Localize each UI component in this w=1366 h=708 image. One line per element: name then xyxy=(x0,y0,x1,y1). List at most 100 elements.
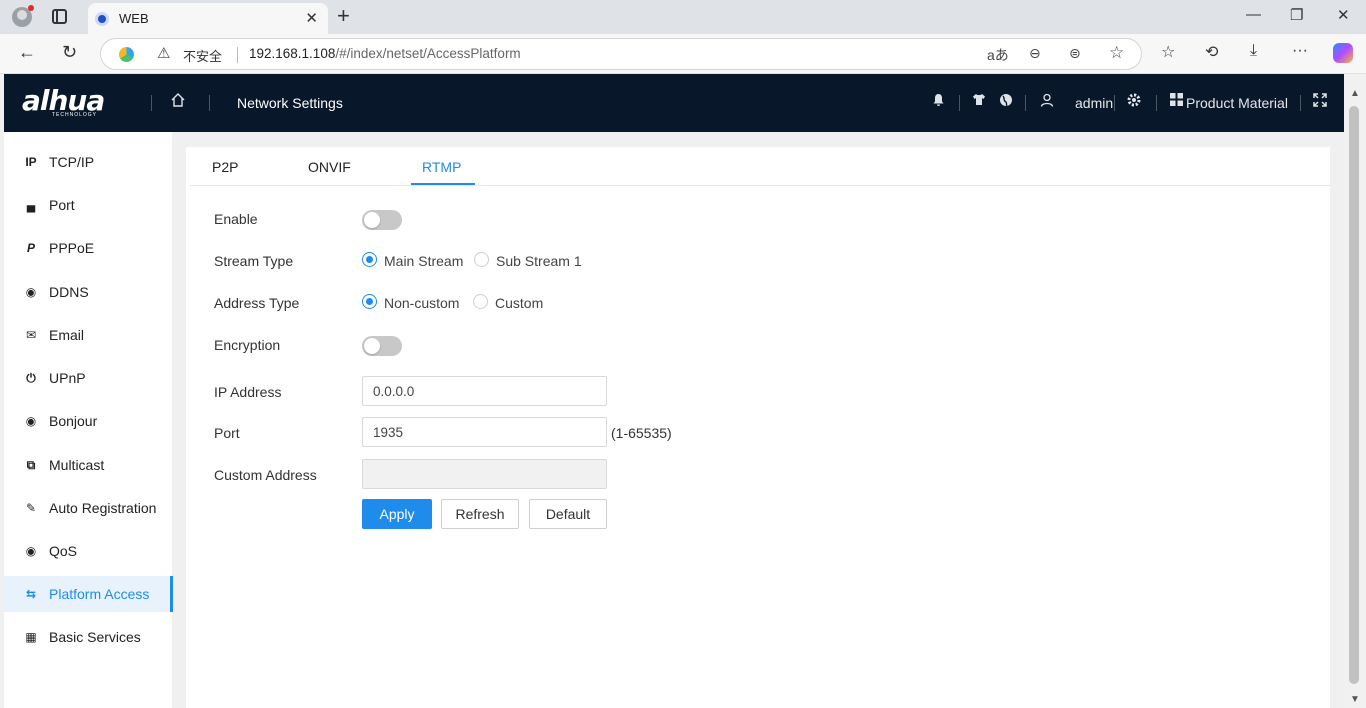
new-tab-button[interactable]: + xyxy=(337,3,350,29)
history-icon[interactable]: ⟲ xyxy=(1205,42,1218,62)
address-type-label: Address Type xyxy=(214,295,300,311)
sidebar-item-upnp[interactable]: ⏻ UPnP xyxy=(4,360,172,396)
tab-p2p[interactable]: P2P xyxy=(212,159,238,175)
sidebar-item-auto-registration[interactable]: ✎ Auto Registration xyxy=(4,490,172,526)
sidebar-item-label: Platform Access xyxy=(49,586,150,602)
bell-icon[interactable] xyxy=(932,93,945,110)
tab-favicon-icon xyxy=(95,12,109,26)
sidebar-item-label: TCP/IP xyxy=(49,154,95,170)
scroll-down-icon[interactable]: ▼ xyxy=(1350,694,1360,705)
non-custom-radio[interactable] xyxy=(362,294,377,309)
header-divider xyxy=(1300,95,1301,111)
read-aloud-icon[interactable]: aあ xyxy=(987,45,1009,65)
pppoe-icon: P xyxy=(26,241,35,255)
copilot-icon[interactable] xyxy=(1333,43,1353,63)
user-icon[interactable] xyxy=(1040,93,1054,110)
port-input[interactable]: 1935 xyxy=(362,417,607,447)
sidebar-item-label: Bonjour xyxy=(49,413,98,429)
settings-icon[interactable] xyxy=(1127,93,1141,110)
tab-close-icon[interactable]: ✕ xyxy=(305,9,318,27)
default-button[interactable]: Default xyxy=(529,499,607,529)
scrollbar-thumb[interactable] xyxy=(1349,106,1359,684)
active-tab-indicator xyxy=(411,183,475,185)
tab-onvif[interactable]: ONVIF xyxy=(308,159,351,175)
header-divider xyxy=(959,95,960,111)
custom-radio[interactable] xyxy=(473,294,488,309)
sidebar-item-label: Port xyxy=(49,197,75,213)
port-range-hint: (1-65535) xyxy=(611,425,672,441)
sidebar-item-basic-services[interactable]: ▦ Basic Services xyxy=(4,619,172,655)
sidebar-nav: IP TCP/IP ▄ Port P PPPoE ◉ DDNS ✉ Email … xyxy=(4,132,173,708)
sidebar-item-tcpip[interactable]: IP TCP/IP xyxy=(4,144,172,180)
sidebar-item-multicast[interactable]: ⧉ Multicast xyxy=(4,447,172,483)
header-divider xyxy=(209,95,210,111)
url-text[interactable]: 192.168.1.108/#/index/netset/AccessPlatf… xyxy=(249,46,521,61)
header-divider xyxy=(1025,95,1026,111)
minimize-icon[interactable]: — xyxy=(1246,6,1261,23)
grid-icon[interactable] xyxy=(1170,93,1183,109)
refresh-button[interactable]: Refresh xyxy=(441,499,519,529)
tab-rtmp[interactable]: RTMP xyxy=(422,159,461,175)
sidebar-item-label: DDNS xyxy=(49,284,89,300)
site-info-icon[interactable] xyxy=(119,47,134,62)
header-divider xyxy=(151,95,152,111)
ip-icon: IP xyxy=(25,155,37,169)
sidebar-item-ddns[interactable]: ◉ DDNS xyxy=(4,274,172,310)
browser-tab[interactable]: WEB ✕ xyxy=(88,3,328,34)
header-divider xyxy=(1114,95,1115,111)
page-scrollbar[interactable]: ▲ ▼ xyxy=(1344,74,1366,708)
window-close-icon[interactable]: ✕ xyxy=(1337,6,1350,24)
sub-stream-radio[interactable] xyxy=(474,252,489,267)
encryption-label: Encryption xyxy=(214,337,281,353)
reload-icon[interactable]: ↻ xyxy=(62,42,77,63)
qos-icon: ◉ xyxy=(25,544,37,558)
non-custom-label[interactable]: Non-custom xyxy=(384,295,459,311)
sidebar-item-pppoe[interactable]: P PPPoE xyxy=(4,230,172,266)
more-menu-icon[interactable]: ··· xyxy=(1292,42,1308,60)
profile-notification-dot xyxy=(28,5,34,11)
zoom-icon[interactable]: ⊖ xyxy=(1029,45,1041,62)
sidebar-item-bonjour[interactable]: ◉ Bonjour xyxy=(4,403,172,439)
custom-address-input xyxy=(362,459,607,489)
back-icon[interactable]: ← xyxy=(18,42,36,63)
encryption-toggle[interactable] xyxy=(362,336,402,356)
sub-stream-label[interactable]: Sub Stream 1 xyxy=(496,253,582,269)
favorite-star-icon[interactable]: ☆ xyxy=(1109,43,1124,63)
sidebar-item-label: Basic Services xyxy=(49,629,141,645)
favorites-icon[interactable]: ☆ xyxy=(1161,42,1175,62)
globe-icon[interactable] xyxy=(999,93,1013,110)
tab-actions-icon[interactable] xyxy=(52,9,67,24)
enable-label: Enable xyxy=(214,211,258,227)
custom-label[interactable]: Custom xyxy=(495,295,543,311)
sidebar-item-email[interactable]: ✉ Email xyxy=(4,317,172,353)
sidebar-item-platform-access[interactable]: ⇆ Platform Access xyxy=(4,576,173,612)
main-stream-label[interactable]: Main Stream xyxy=(384,253,463,269)
omnibox-divider xyxy=(237,47,238,63)
url-path: /#/index/netset/AccessPlatform xyxy=(335,46,521,61)
username[interactable]: admin xyxy=(1075,95,1113,111)
enable-toggle[interactable] xyxy=(362,210,402,230)
fullscreen-icon[interactable] xyxy=(1313,93,1327,110)
scroll-up-icon[interactable]: ▲ xyxy=(1350,88,1360,99)
downloads-icon[interactable]: ⤓ xyxy=(1250,42,1257,60)
logo-subtitle: TECHNOLOGY xyxy=(52,112,98,118)
bonjour-icon: ◉ xyxy=(25,414,37,428)
page-title: Network Settings xyxy=(237,95,343,111)
sidebar-item-qos[interactable]: ◉ QoS xyxy=(4,533,172,569)
app-header: alhua TECHNOLOGY Network Settings admin … xyxy=(4,74,1344,132)
product-material-link[interactable]: Product Material xyxy=(1186,95,1288,111)
sidebar-item-port[interactable]: ▄ Port xyxy=(4,187,172,223)
sidebar-item-label: Email xyxy=(49,327,85,343)
ip-address-input[interactable]: 0.0.0.0 xyxy=(362,376,607,406)
email-icon: ✉ xyxy=(25,328,37,342)
home-icon[interactable] xyxy=(170,92,186,108)
restore-icon[interactable]: ❐ xyxy=(1290,6,1303,24)
security-label[interactable]: 不安全 xyxy=(183,46,222,65)
apply-button[interactable]: Apply xyxy=(362,499,432,529)
address-bar[interactable]: ⚠ 不安全 192.168.1.108/#/index/netset/Acces… xyxy=(100,38,1142,70)
stream-type-label: Stream Type xyxy=(214,253,294,269)
app-available-icon[interactable]: ⊜ xyxy=(1069,45,1081,62)
main-stream-radio[interactable] xyxy=(362,252,377,267)
shirt-icon[interactable] xyxy=(972,93,986,109)
platform-access-icon: ⇆ xyxy=(25,587,37,601)
